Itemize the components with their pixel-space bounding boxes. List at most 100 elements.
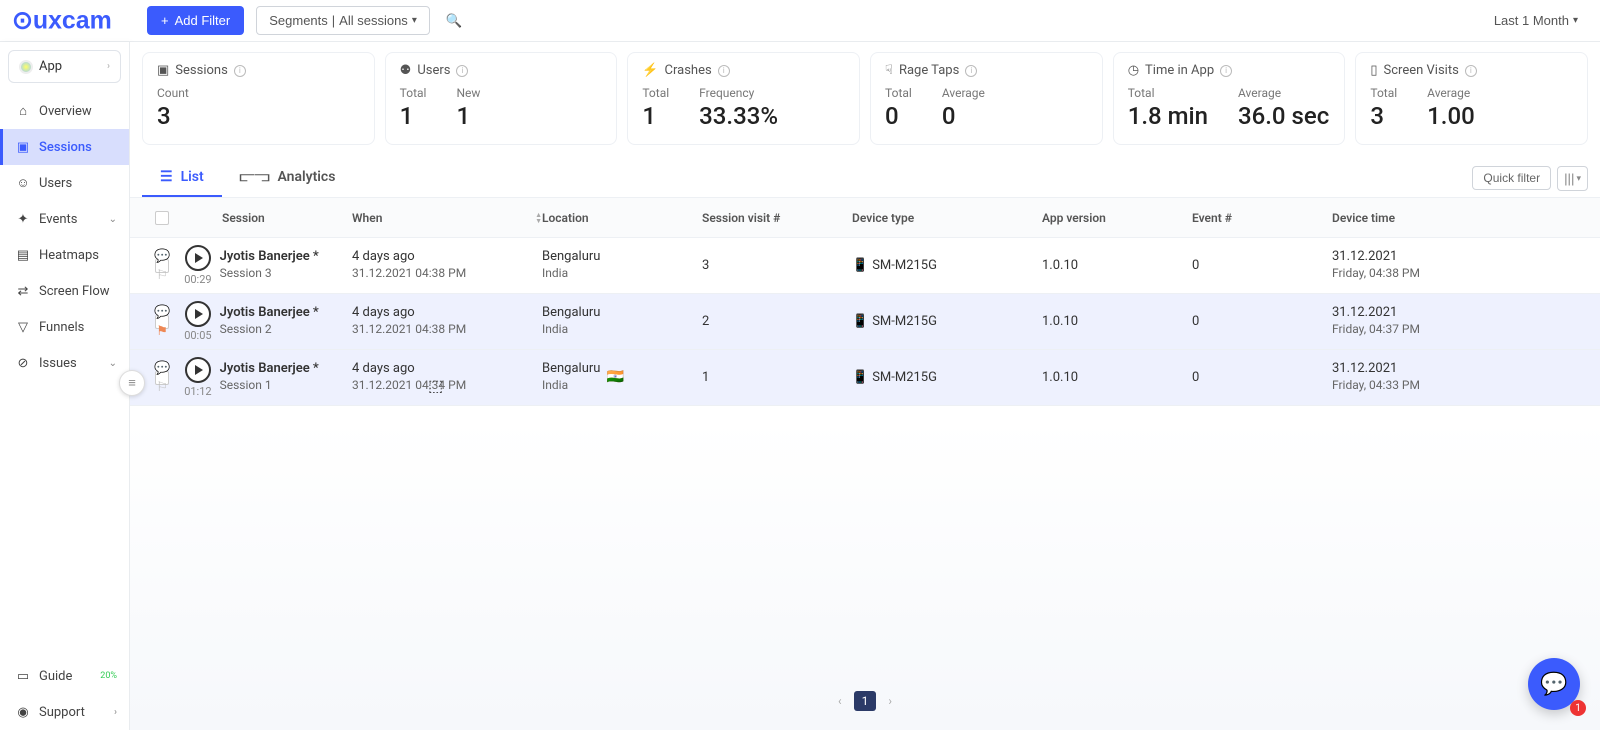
screen-icon: ▯ [1370,63,1377,78]
sidebar-collapse-button[interactable]: ≡ [119,370,145,396]
event-count: 0 [1192,314,1332,329]
app-selector[interactable]: App › [8,50,121,83]
col-device[interactable]: Device type [852,211,1042,225]
device-model: SM-M215G [872,314,937,329]
info-icon[interactable]: i [1220,65,1232,77]
device-model: SM-M215G [872,258,937,273]
country: India [542,266,600,282]
info-icon[interactable]: i [718,65,730,77]
page-current[interactable]: 1 [854,691,877,711]
info-icon[interactable]: i [234,65,246,77]
sidebar-item-guide[interactable]: ▭ Guide 20% [0,658,129,694]
play-button[interactable] [185,245,211,271]
page-prev[interactable]: ‹ [832,690,848,712]
svg-text:⊙uxcam: ⊙uxcam [12,6,112,34]
table-row[interactable]: 💬⚑ 00:05 Jyotis Banerjee * Session 2 4 d… [130,294,1600,350]
sessions-icon: ▣ [15,139,31,155]
comment-icon: 💬 [154,249,170,264]
column-config-button[interactable]: ||| ▾ [1557,166,1588,191]
sidebar-item-users[interactable]: ☺ Users [0,165,129,201]
app-version: 1.0.10 [1042,258,1192,273]
table-row[interactable]: 💬⚐ 00:29 Jyotis Banerjee * Session 3 4 d… [130,238,1600,294]
info-icon[interactable]: i [456,65,468,77]
col-appver[interactable]: App version [1042,211,1192,225]
summary-cards: ▣Sessionsi Count3 ⚉Usersi Total1 New1 ⚡C… [130,42,1600,155]
page-next[interactable]: › [882,690,898,712]
device-date: 31.12.2021 [1332,305,1532,322]
crash-tag-icon: ⚑ [156,324,168,339]
plus-icon: + [161,13,169,28]
add-filter-label: Add Filter [175,13,231,28]
col-devtime[interactable]: Device time [1332,211,1532,225]
sidebar-item-overview[interactable]: ⌂ Overview [0,93,129,129]
info-icon[interactable]: i [1465,65,1477,77]
sidebar-item-sessions[interactable]: ▣ Sessions [0,129,129,165]
tab-analytics[interactable]: ⫍⫎ Analytics [222,159,354,197]
when-relative: 4 days ago [352,361,542,378]
play-button[interactable] [185,357,211,383]
visit-number: 1 [702,370,852,385]
chevron-right-icon: › [114,707,117,718]
city: Bengaluru [542,249,600,266]
search-button[interactable]: 🔍 [442,9,467,33]
user-name: Jyotis Banerjee * [220,249,319,266]
session-label: Session 2 [220,322,319,338]
table-header: Session When▲▼ Location Session visit # … [130,198,1600,238]
col-when[interactable]: When▲▼ [352,211,542,225]
phone-icon: 📱 [852,370,868,385]
info-icon[interactable]: i [965,65,977,77]
heatmap-icon: ▤ [15,247,31,263]
chat-icon: 💬 [1540,672,1567,697]
date-range-dropdown[interactable]: Last 1 Month ▾ [1484,7,1588,34]
col-location[interactable]: Location [542,211,702,225]
crash-icon: ⚡ [642,63,658,78]
top-bar: ⊙uxcam + Add Filter Segments | All sessi… [0,0,1600,42]
tab-list[interactable]: ☰ List [142,159,222,197]
select-all-checkbox[interactable] [155,211,169,225]
sidebar-item-support[interactable]: ◉ Support › [0,694,129,730]
app-version: 1.0.10 [1042,370,1192,385]
event-count: 0 [1192,258,1332,273]
sessions-table: Session When▲▼ Location Session visit # … [130,198,1600,406]
sidebar-item-screenflow[interactable]: ⇄ Screen Flow [0,273,129,309]
col-event[interactable]: Event # [1192,211,1332,225]
col-session[interactable]: Session [182,211,352,225]
quick-filter-button[interactable]: Quick filter [1472,166,1551,190]
logo: ⊙uxcam [12,3,127,39]
sort-icon: ▲▼ [535,212,542,224]
session-label: Session 3 [220,266,319,282]
table-row[interactable]: 💬⚐ 01:12 Jyotis Banerjee * Session 1 4 d… [130,350,1600,406]
city: Bengaluru [542,361,600,378]
tag-icon: ⚐ [156,268,168,283]
when-absolute: 31.12.2021 04:38 PM [352,322,542,338]
sidebar-item-events[interactable]: ✦ Events ⌄ [0,201,129,237]
hamburger-icon: ≡ [128,375,136,391]
segments-dropdown[interactable]: Segments | All sessions ▾ [256,6,430,35]
sidebar-item-funnels[interactable]: ▽ Funnels [0,309,129,345]
visit-number: 3 [702,258,852,273]
book-icon: ▭ [15,668,31,684]
chevron-down-icon: ▾ [412,15,417,26]
app-version: 1.0.10 [1042,314,1192,329]
device-time: Friday, 04:37 PM [1332,322,1532,338]
duration: 01:12 [184,385,211,398]
list-icon: ☰ [160,169,173,185]
city: Bengaluru [542,305,600,322]
duration: 00:29 [184,273,211,286]
visit-number: 2 [702,314,852,329]
play-button[interactable] [185,301,211,327]
chat-badge: 1 [1570,700,1586,716]
card-users: ⚉Usersi Total1 New1 [385,52,618,145]
sidebar-item-heatmaps[interactable]: ▤ Heatmaps [0,237,129,273]
user-name: Jyotis Banerjee * [220,361,319,378]
sidebar-item-issues[interactable]: ⊘ Issues ⌄ [0,345,129,381]
add-filter-button[interactable]: + Add Filter [147,6,244,35]
flow-icon: ⇄ [15,283,31,299]
progress-indicator: 20% [100,671,117,681]
tag-icon: ⚐ [156,380,168,395]
chart-icon: ⫍⫎ [240,169,270,185]
country: India [542,378,600,394]
device-time: Friday, 04:33 PM [1332,378,1532,394]
home-icon: ⌂ [15,103,31,119]
col-visit[interactable]: Session visit # [702,211,852,225]
